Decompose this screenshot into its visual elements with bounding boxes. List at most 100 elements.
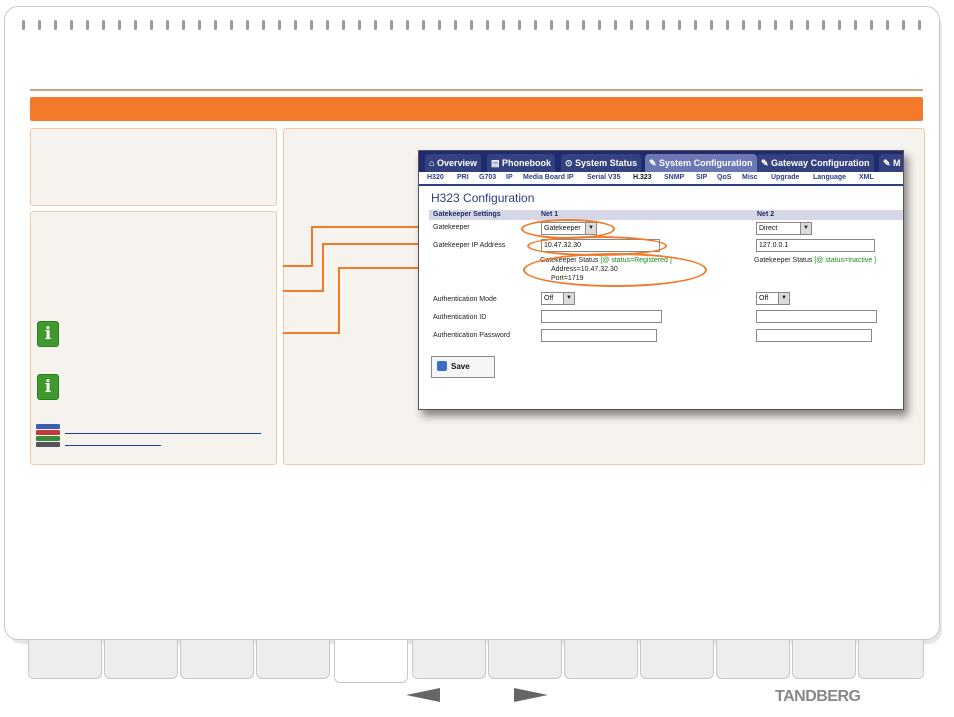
tab-more[interactable]: ✎ M: [879, 154, 903, 172]
net2-gatekeeper-select[interactable]: Direct ▼: [756, 222, 812, 235]
sub-nav-media-board-ip[interactable]: Media Board IP: [523, 174, 574, 181]
auth-id-label: Authentication ID: [433, 314, 487, 321]
tab-phonebook[interactable]: ▤ Phonebook: [487, 154, 556, 172]
header-rule: [30, 89, 923, 91]
binder-ring: [838, 20, 841, 30]
binder-ring: [614, 20, 617, 30]
binder-ring: [534, 20, 537, 30]
binder-ring: [646, 20, 649, 30]
binder-ring: [198, 20, 201, 30]
net2-header: Net 2: [757, 211, 775, 218]
section-tab[interactable]: [256, 640, 330, 679]
section-tab[interactable]: [180, 640, 254, 679]
net2-auth-mode-select[interactable]: Off ▼: [756, 292, 790, 305]
binder-ring: [390, 20, 393, 30]
info-icon: i: [37, 374, 59, 400]
binder-ring: [54, 20, 57, 30]
tab-gateway-configuration[interactable]: ✎ Gateway Configuration: [757, 154, 874, 172]
page-title: H323 Configuration: [431, 191, 535, 205]
net1-auth-password-input[interactable]: [541, 329, 657, 342]
tab-system-status[interactable]: ⊙ System Status: [561, 154, 642, 172]
binder-ring: [326, 20, 329, 30]
sub-nav-h320[interactable]: H320: [427, 174, 444, 181]
binder-ring: [902, 20, 905, 30]
binder-ring: [486, 20, 489, 30]
binder-ring: [454, 20, 457, 30]
next-page-arrow-icon[interactable]: [514, 688, 548, 702]
section-tab[interactable]: [716, 640, 790, 679]
nav-divider: [419, 184, 903, 186]
callout-connector: [283, 227, 313, 267]
tab-overview[interactable]: ⌂ Overview: [425, 154, 481, 172]
info-icon: i: [37, 321, 59, 347]
binder-ring: [742, 20, 745, 30]
sub-nav-xml[interactable]: XML: [859, 174, 874, 181]
home-icon: ⌂: [429, 158, 437, 168]
sub-nav-upgrade[interactable]: Upgrade: [771, 174, 799, 181]
sub-nav-serial-v35[interactable]: Serial V35: [587, 174, 620, 181]
sub-nav-qos[interactable]: QoS: [717, 174, 731, 181]
binder-ring: [214, 20, 217, 30]
net2-auth-password-input[interactable]: [756, 329, 872, 342]
wrench-icon: ✎: [649, 158, 660, 168]
binder-ring: [86, 20, 89, 30]
binder-ring: [758, 20, 761, 30]
binder-ring: [822, 20, 825, 30]
binder-ring: [294, 20, 297, 30]
binder-ring: [470, 20, 473, 30]
section-tab[interactable]: [104, 640, 178, 679]
section-tab[interactable]: [564, 640, 638, 679]
binder-ring: [358, 20, 361, 30]
section-tab[interactable]: [28, 640, 102, 679]
title-bar: [30, 97, 923, 121]
section-tab[interactable]: [858, 640, 924, 679]
ip-label: Gatekeeper IP Address: [433, 242, 506, 249]
binder-ring: [710, 20, 713, 30]
section-tab[interactable]: [412, 640, 486, 679]
binder-ring: [518, 20, 521, 30]
net1-auth-mode-select[interactable]: Off ▼: [541, 292, 575, 305]
section-tab-strip: [28, 640, 924, 683]
net1-auth-id-input[interactable]: [541, 310, 662, 323]
sub-nav-ip[interactable]: IP: [506, 174, 513, 181]
binder-ring: [774, 20, 777, 30]
sub-nav-misc[interactable]: Misc: [742, 174, 758, 181]
books-icon: [36, 424, 60, 447]
sub-nav-pri[interactable]: PRI: [457, 174, 469, 181]
binder-ring: [134, 20, 137, 30]
phonebook-icon: ▤: [491, 158, 503, 168]
highlight-status: [523, 253, 707, 287]
reference-link-underline[interactable]: [65, 445, 161, 446]
binder-ring: [262, 20, 265, 30]
binder-rings: [22, 20, 932, 34]
save-button[interactable]: Save: [431, 356, 495, 378]
section-tab[interactable]: [488, 640, 562, 679]
section-tab[interactable]: [792, 640, 856, 679]
brand-logo: TANDBERG: [775, 688, 861, 705]
auth-mode-label: Authentication Mode: [433, 296, 497, 303]
sub-nav-sip[interactable]: SIP: [696, 174, 707, 181]
reference-link-underline[interactable]: [65, 433, 261, 434]
net2-status: Gatekeeper Status [@ status=Inactive ]: [754, 257, 877, 264]
net2-auth-id-input[interactable]: [756, 310, 877, 323]
previous-page-arrow-icon[interactable]: [406, 688, 440, 702]
binder-ring: [438, 20, 441, 30]
sub-nav-h323[interactable]: H.323: [633, 174, 652, 181]
binder-ring: [598, 20, 601, 30]
net2-ip-input[interactable]: 127.0.0.1: [756, 239, 875, 252]
binder-ring: [790, 20, 793, 30]
tab-system-configuration[interactable]: ✎ System Configuration: [645, 154, 757, 172]
section-tab[interactable]: [640, 640, 714, 679]
sub-nav-language[interactable]: Language: [813, 174, 846, 181]
callout-connector: [283, 290, 323, 292]
disk-icon: [437, 361, 447, 371]
sub-nav-snmp[interactable]: SNMP: [664, 174, 684, 181]
binder-ring: [918, 20, 921, 30]
binder-ring: [422, 20, 425, 30]
section-tab-current[interactable]: [334, 640, 408, 683]
binder-ring: [182, 20, 185, 30]
chevron-down-icon: ▼: [778, 293, 789, 304]
sub-nav-g703[interactable]: G703: [479, 174, 496, 181]
callout-connector: [311, 227, 313, 265]
binder-ring: [806, 20, 809, 30]
